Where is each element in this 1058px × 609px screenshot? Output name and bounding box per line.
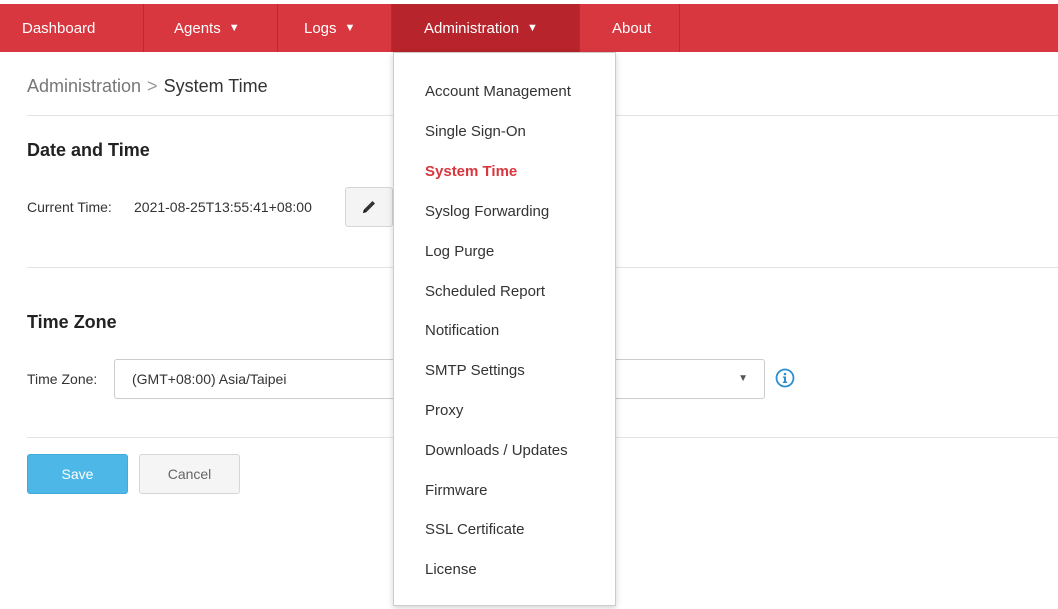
time-zone-label: Time Zone: <box>27 371 98 387</box>
menu-item-syslog-forwarding[interactable]: Syslog Forwarding <box>425 203 549 220</box>
breadcrumb-current: System Time <box>163 76 268 96</box>
time-zone-selected-value: (GMT+08:00) Asia/Taipei <box>132 371 287 387</box>
menu-item-license[interactable]: License <box>425 561 477 578</box>
menu-item-log-purge[interactable]: Log Purge <box>425 243 494 260</box>
nav-dashboard[interactable]: Dashboard <box>0 4 144 52</box>
menu-item-notification[interactable]: Notification <box>425 322 499 339</box>
menu-item-smtp-settings[interactable]: SMTP Settings <box>425 362 525 379</box>
pencil-icon <box>363 201 375 213</box>
date-time-title: Date and Time <box>27 140 150 160</box>
menu-item-ssl-certificate[interactable]: SSL Certificate <box>425 521 525 538</box>
nav-agents-label: Agents <box>174 19 221 37</box>
nav-logs[interactable]: Logs ▼ <box>278 4 392 52</box>
edit-time-button[interactable] <box>345 187 393 227</box>
breadcrumb-parent[interactable]: Administration <box>27 76 141 96</box>
nav-administration-label: Administration <box>424 19 520 37</box>
nav-about[interactable]: About <box>580 4 680 52</box>
chevron-down-icon: ▼ <box>527 22 538 34</box>
chevron-down-icon: ▼ <box>228 22 240 34</box>
current-time-label: Current Time: <box>27 199 112 215</box>
chevron-down-icon: ▼ <box>344 22 356 34</box>
menu-item-account-management[interactable]: Account Management <box>425 83 571 100</box>
nav-logs-label: Logs <box>304 19 337 37</box>
nav-dashboard-label: Dashboard <box>22 19 96 37</box>
menu-item-downloads-updates[interactable]: Downloads / Updates <box>425 442 568 459</box>
menu-item-proxy[interactable]: Proxy <box>425 402 463 419</box>
breadcrumb: Administration > System Time <box>27 76 268 97</box>
nav-about-label: About <box>612 19 652 37</box>
nav-administration[interactable]: Administration ▼ <box>392 4 580 52</box>
menu-item-system-time[interactable]: System Time <box>425 163 517 180</box>
current-time-value: 2021-08-25T13:55:41+08:00 <box>134 199 312 215</box>
nav-agents[interactable]: Agents ▼ <box>144 4 278 52</box>
administration-menu: Account Management Single Sign-On System… <box>393 52 616 606</box>
cancel-button[interactable]: Cancel <box>139 454 240 494</box>
top-nav: Dashboard Agents ▼ Logs ▼ Administration… <box>0 4 1058 52</box>
save-button[interactable]: Save <box>27 454 128 494</box>
chevron-down-icon: ▼ <box>738 373 748 384</box>
info-circle-icon[interactable] <box>775 368 795 388</box>
menu-item-firmware[interactable]: Firmware <box>425 482 488 499</box>
breadcrumb-separator: > <box>147 76 158 96</box>
menu-item-scheduled-report[interactable]: Scheduled Report <box>425 283 545 300</box>
menu-item-single-sign-on[interactable]: Single Sign-On <box>425 123 526 140</box>
time-zone-title: Time Zone <box>27 312 117 332</box>
